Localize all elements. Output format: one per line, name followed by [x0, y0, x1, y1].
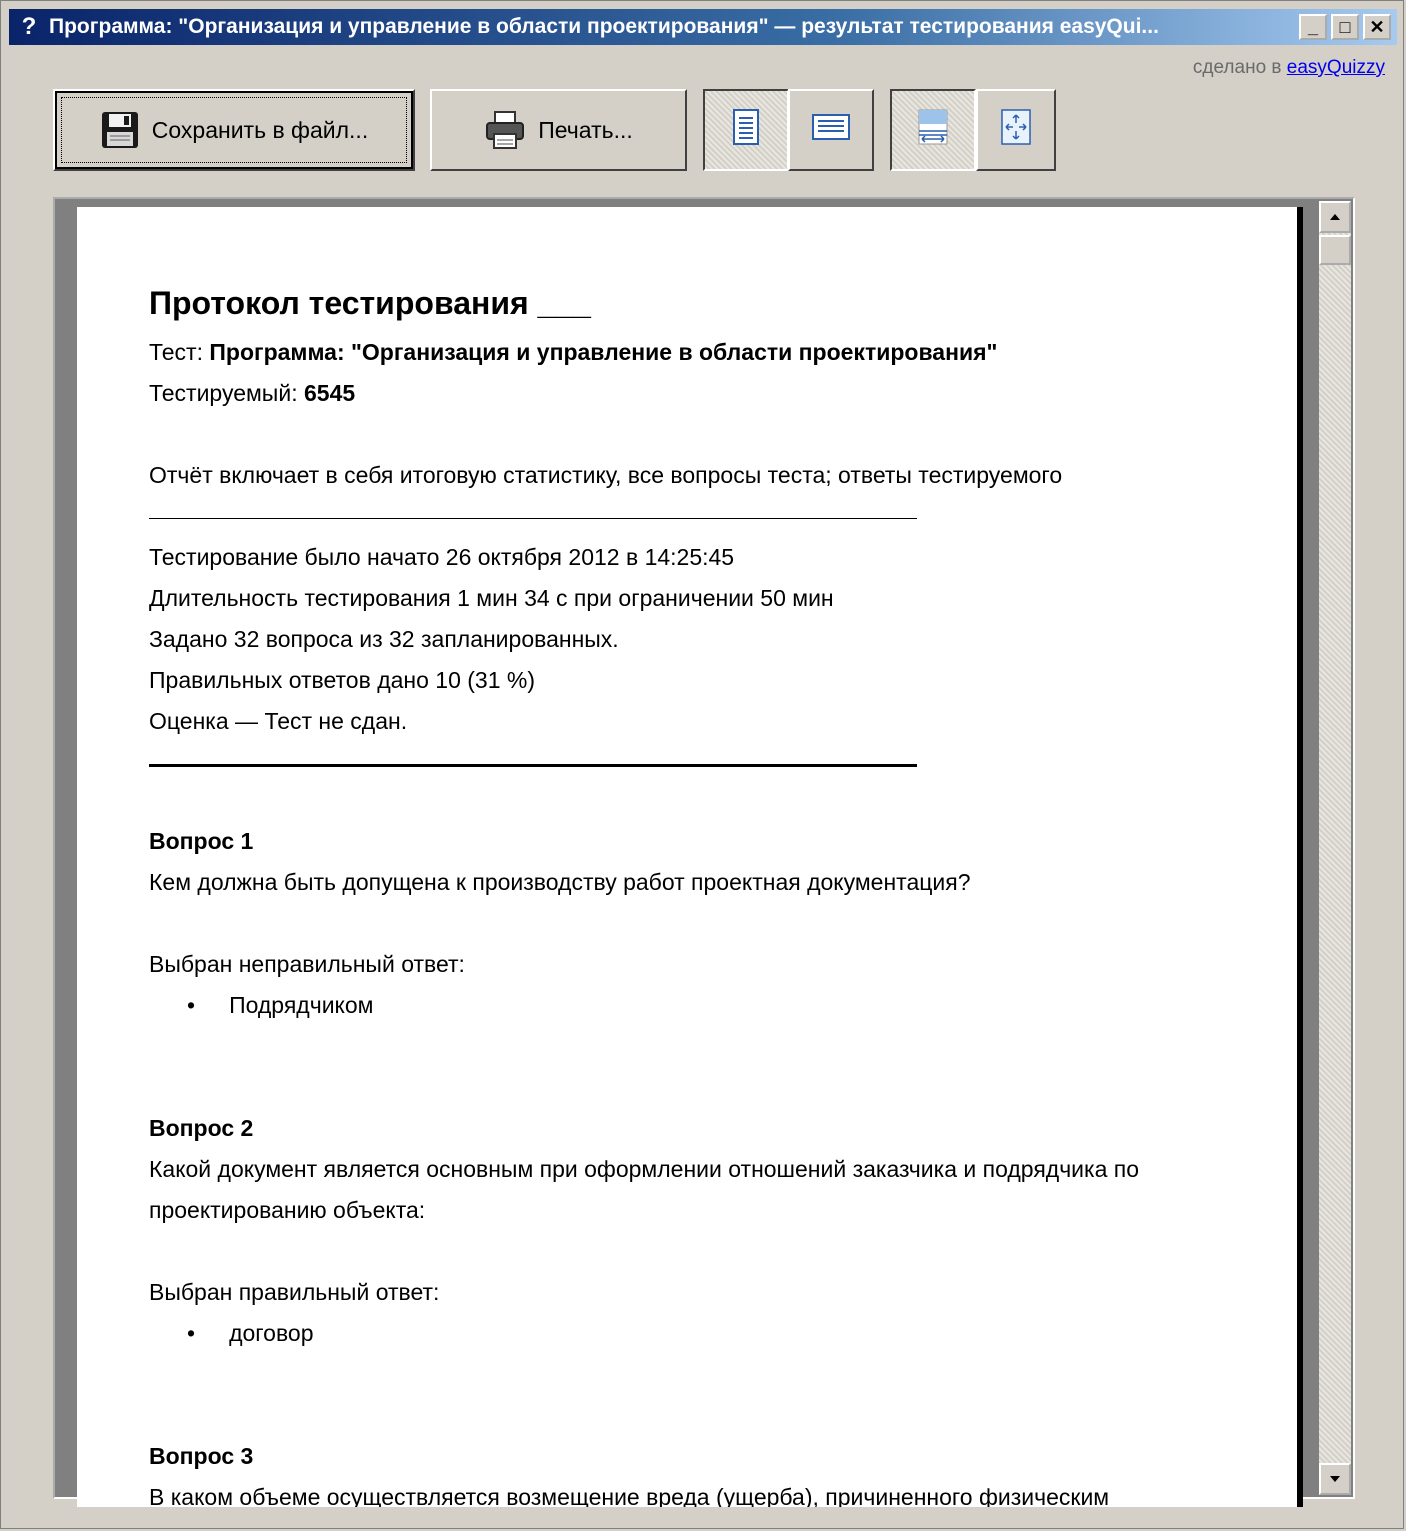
report-window: ? Программа: "Организация и управление в… [0, 0, 1404, 1529]
made-by-prefix: сделано в [1192, 57, 1282, 78]
testee-line: Тестируемый: 6545 [149, 373, 1249, 414]
answer-result: Выбран правильный ответ: [149, 1279, 440, 1305]
test-prefix: Тест: [149, 339, 210, 365]
page-portrait-icon [732, 109, 760, 151]
report-viewer[interactable]: Протокол тестирования ___ Тест: Программ… [53, 197, 1355, 1507]
report-description: Отчёт включает в себя итоговую статистик… [149, 462, 1063, 488]
page-landscape-icon [812, 113, 850, 147]
fit-width-icon [916, 109, 950, 151]
title-bar[interactable]: ? Программа: "Организация и управление в… [9, 9, 1397, 45]
report-content: Протокол тестирования ___ Тест: Программ… [149, 285, 1249, 1507]
question-text: В каком объеме осуществляется возмещение… [149, 1484, 1110, 1507]
stat-questions-asked: Задано 32 вопроса из 32 запланированных. [149, 626, 619, 652]
answer-result: Выбран неправильный ответ: [149, 951, 465, 977]
portrait-view-button[interactable] [703, 89, 789, 171]
divider [149, 518, 917, 519]
fit-page-icon [1000, 109, 1032, 151]
print-button[interactable]: Печать... [430, 89, 687, 171]
answer-text: Подрядчиком [229, 992, 374, 1018]
test-line: Тест: Программа: "Организация и управлен… [149, 332, 1249, 373]
question-title: Вопрос 2 [149, 1115, 254, 1141]
question-title: Вопрос 1 [149, 828, 254, 854]
scroll-up-button[interactable] [1319, 201, 1351, 233]
close-button[interactable]: ✕ [1363, 14, 1391, 40]
fit-page-button[interactable] [976, 89, 1056, 171]
save-to-file-button[interactable]: Сохранить в файл... [53, 89, 415, 171]
printer-icon [484, 110, 526, 150]
bullet: • [187, 992, 196, 1018]
report-heading: Протокол тестирования ___ [149, 285, 591, 321]
bullet: • [187, 1320, 196, 1346]
testee-id: 6545 [303, 380, 356, 406]
arrow-up-icon [1330, 214, 1340, 220]
landscape-view-button[interactable] [788, 89, 874, 171]
question-text: Кем должна быть допущена к производству … [149, 869, 971, 895]
fit-width-button[interactable] [890, 89, 976, 171]
question-text: Какой документ является основным при офо… [149, 1156, 1140, 1223]
question-title: Вопрос 3 [149, 1443, 254, 1469]
stat-correct-answers: Правильных ответов дано 10 (31 %) [149, 667, 536, 693]
stat-start-time: Тестирование было начато 26 октября 2012… [149, 544, 735, 570]
arrow-down-icon [1330, 1476, 1340, 1482]
save-button-label: Сохранить в файл... [151, 116, 369, 143]
maximize-icon: □ [1339, 16, 1351, 37]
report-page: Протокол тестирования ___ Тест: Программ… [77, 207, 1303, 1507]
window-title: Программа: "Организация и управление в о… [49, 15, 1159, 38]
answer-item: • Подрядчиком [149, 985, 1249, 1026]
stat-grade: Оценка — Тест не сдан. [149, 708, 408, 734]
scroll-thumb[interactable] [1319, 235, 1351, 265]
testee-prefix: Тестируемый: [149, 380, 304, 406]
maximize-button[interactable]: □ [1331, 14, 1359, 40]
easyquizzy-link[interactable]: easyQuizzy [1287, 57, 1385, 78]
divider-thick [149, 764, 917, 767]
answer-item: • договор [149, 1313, 1249, 1354]
minimize-icon: _ [1307, 16, 1318, 37]
save-icon [100, 110, 140, 150]
scroll-down-button[interactable] [1319, 1463, 1351, 1495]
stat-duration: Длительность тестирования 1 мин 34 с при… [149, 585, 834, 611]
help-icon: ? [21, 13, 37, 40]
made-by-label: сделано в easyQuizzy [1193, 57, 1385, 79]
test-name: Программа: "Организация и управление в о… [209, 339, 998, 365]
minimize-button[interactable]: _ [1299, 14, 1327, 40]
answer-text: договор [229, 1320, 314, 1346]
vertical-scrollbar[interactable] [1319, 201, 1351, 1495]
close-icon: ✕ [1369, 16, 1385, 37]
print-button-label: Печать... [538, 116, 633, 143]
